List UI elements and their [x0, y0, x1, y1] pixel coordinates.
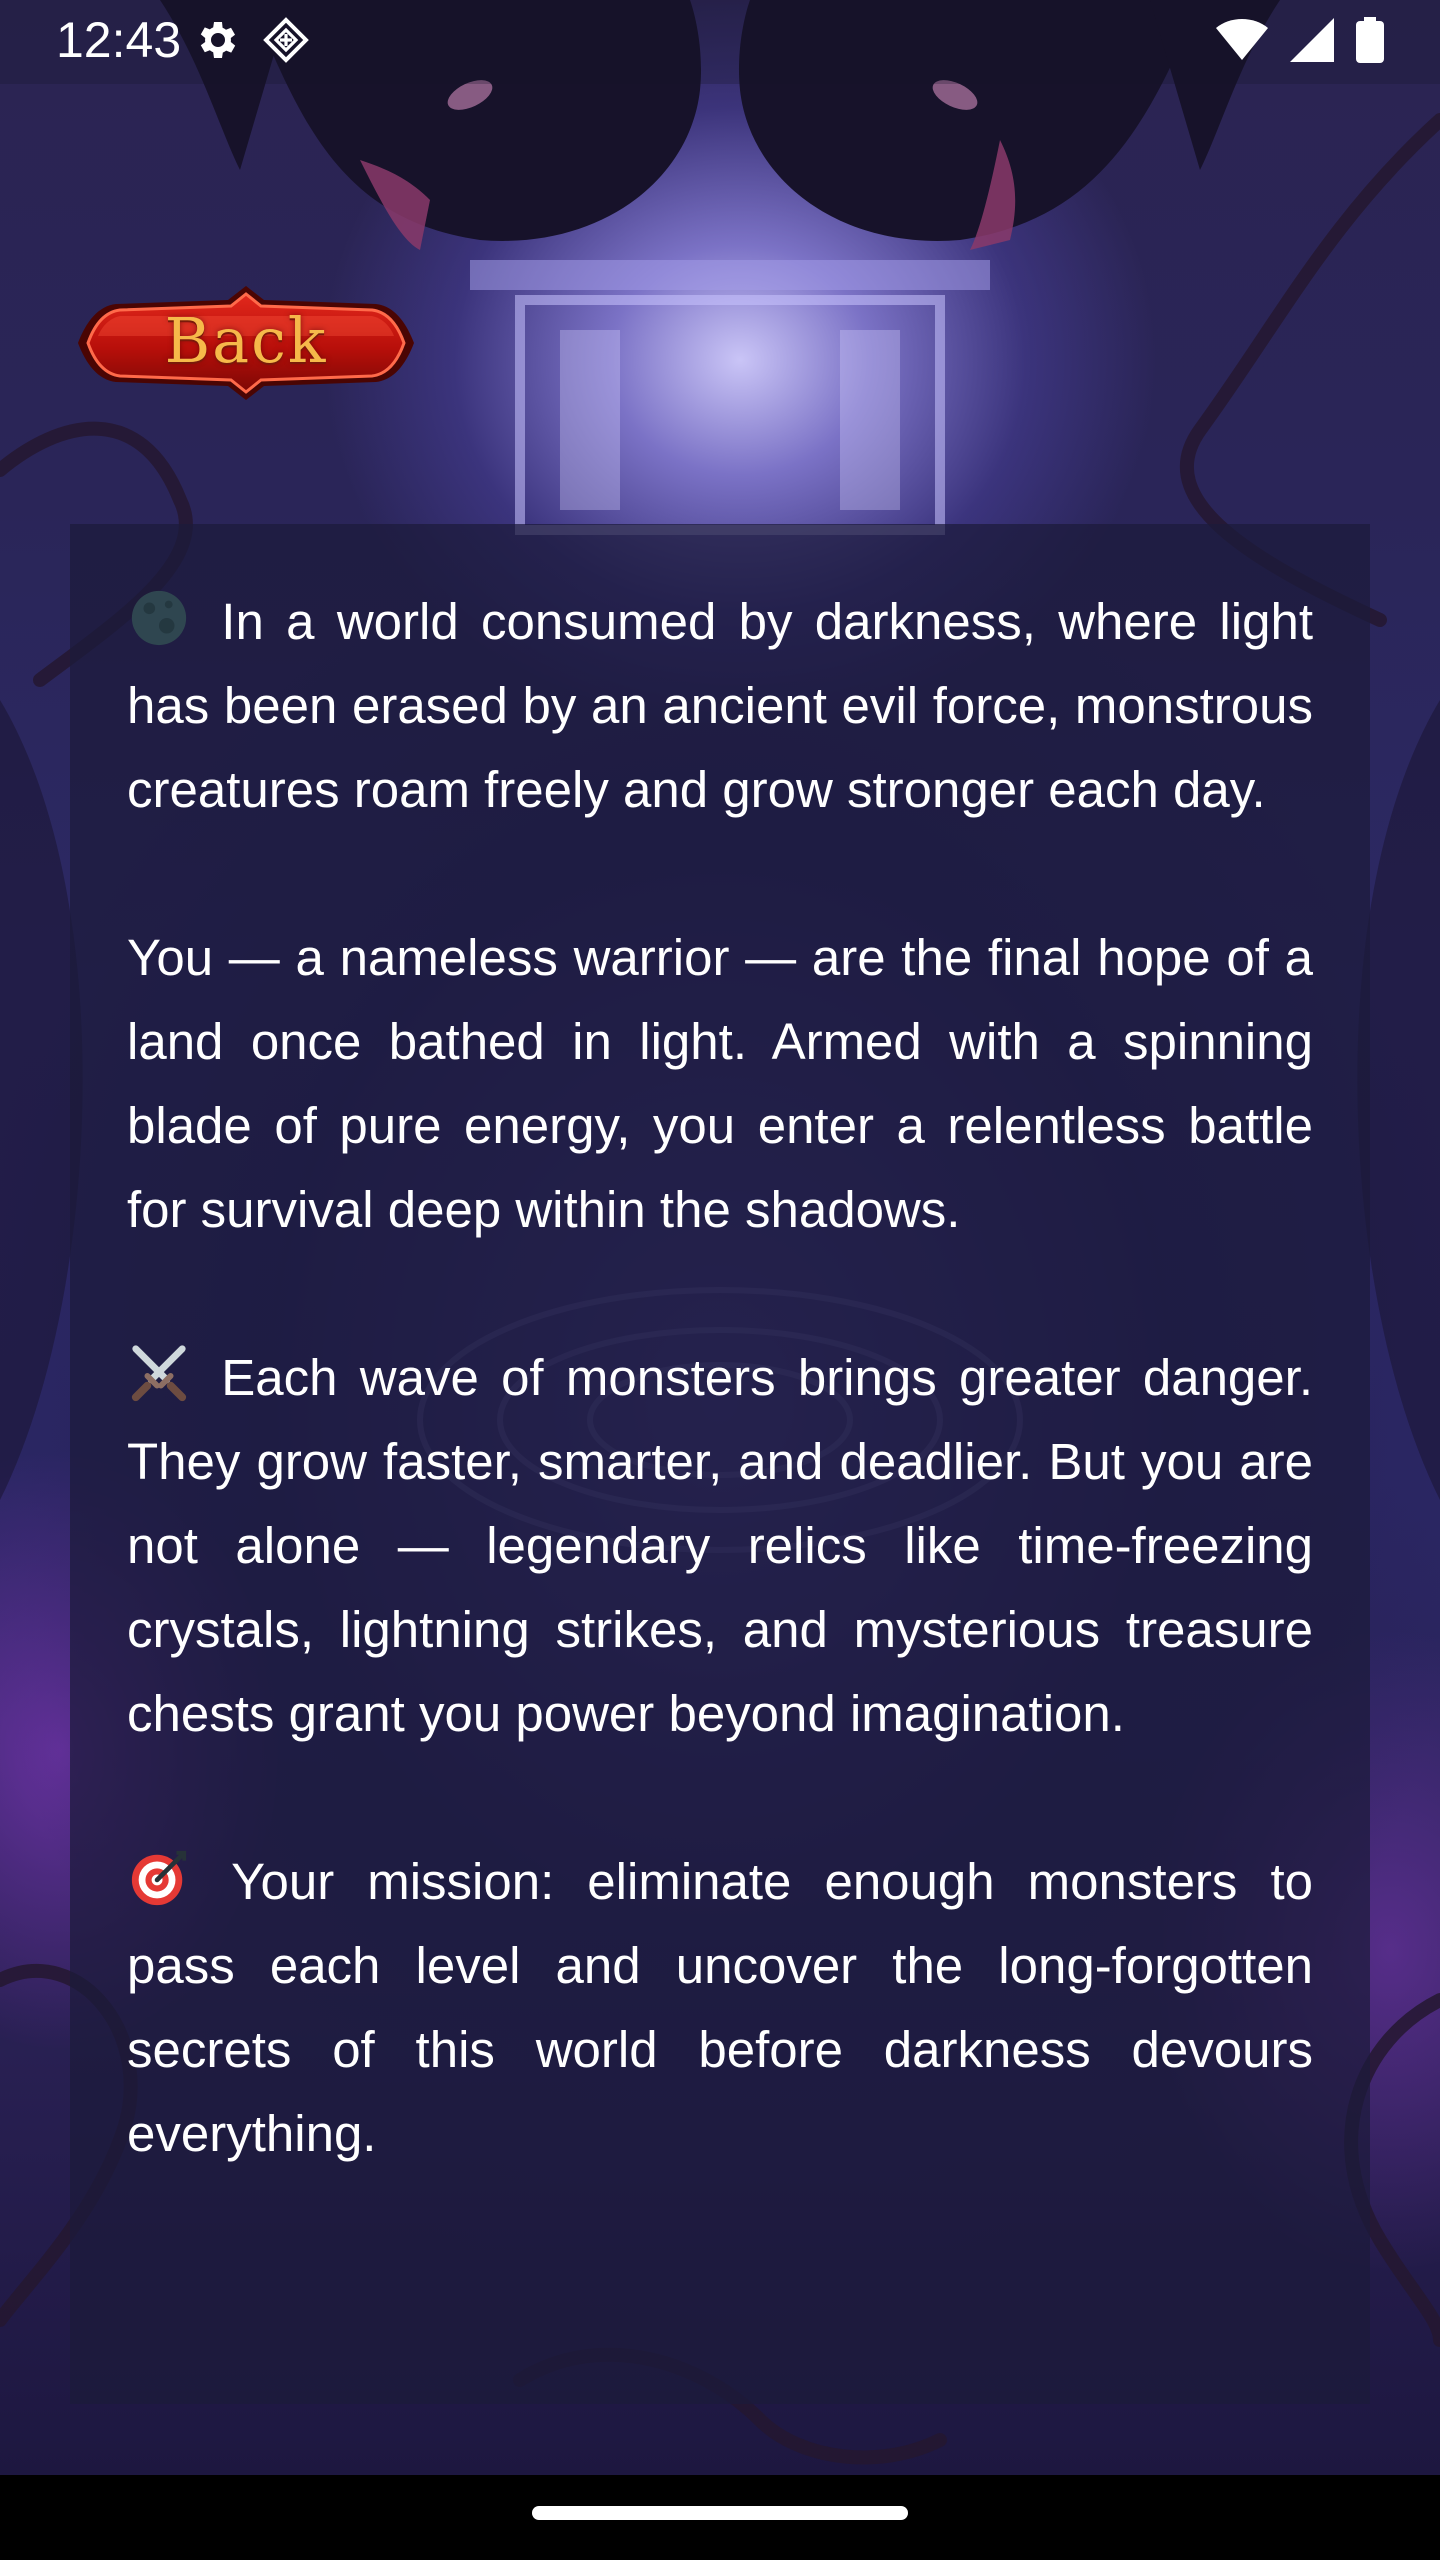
back-button[interactable]: Back — [76, 282, 416, 404]
story-paragraph-2: You — a nameless warrior — are the final… — [127, 916, 1313, 1252]
cellular-signal-icon — [1290, 18, 1334, 66]
battery-icon — [1356, 17, 1384, 67]
diamond-app-icon — [262, 16, 310, 68]
dark-moon-icon — [127, 587, 191, 649]
settings-icon — [192, 16, 240, 68]
story-paragraph-1-text: In a world consumed by darkness, where l… — [127, 593, 1313, 818]
story-panel[interactable]: In a world consumed by darkness, where l… — [70, 524, 1370, 2404]
story-paragraph-2-text: You — a nameless warrior — are the final… — [127, 929, 1313, 1238]
status-time: 12:43 — [56, 12, 182, 68]
story-paragraph-4-text: Your mission: eliminate enough monsters … — [127, 1853, 1313, 2162]
back-button-label: Back — [164, 304, 328, 377]
story-paragraph-1: In a world consumed by darkness, where l… — [127, 580, 1313, 832]
status-bar: 12:43 — [0, 0, 1440, 84]
status-right-icons — [1216, 16, 1384, 68]
status-left-icons — [192, 16, 310, 68]
target-icon — [127, 1847, 191, 1909]
story-paragraph-4: Your mission: eliminate enough monsters … — [127, 1840, 1313, 2176]
wifi-icon — [1216, 18, 1268, 66]
story-text: In a world consumed by darkness, where l… — [127, 580, 1313, 2260]
story-paragraph-3-text: Each wave of monsters brings greater dan… — [127, 1349, 1313, 1742]
crossed-swords-icon — [127, 1343, 191, 1405]
story-paragraph-3: Each wave of monsters brings greater dan… — [127, 1336, 1313, 1756]
home-indicator[interactable] — [532, 2506, 908, 2520]
